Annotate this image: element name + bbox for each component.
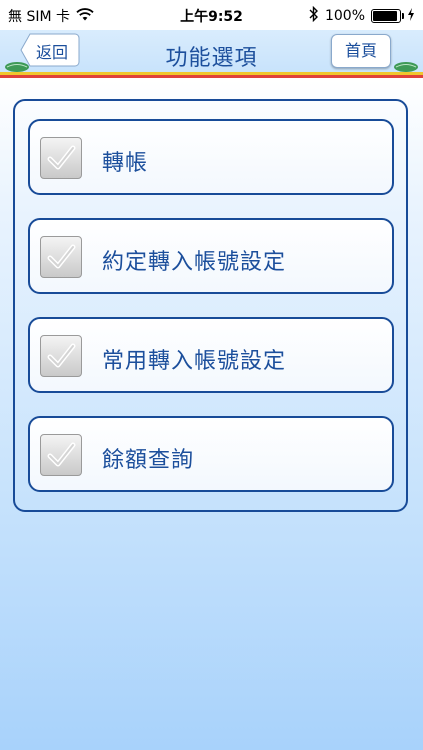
battery-percent: 100% [324, 8, 365, 24]
menu-panel: 轉帳 約定轉入帳號設定 常用轉入帳號設定 餘額查詢 [13, 99, 408, 512]
battery-icon [371, 9, 404, 23]
status-right: 100% [309, 5, 415, 26]
home-button[interactable]: 首頁 [331, 34, 391, 68]
checkbox[interactable] [40, 137, 82, 179]
menu-item-transfer[interactable]: 轉帳 [28, 119, 394, 195]
menu-item-balance-inquiry[interactable]: 餘額查詢 [28, 416, 394, 492]
menu-item-label: 轉帳 [102, 151, 149, 176]
menu-item-label: 約定轉入帳號設定 [102, 250, 287, 275]
charging-bolt-icon [407, 7, 415, 25]
checkbox[interactable] [40, 236, 82, 278]
menu-item-label: 常用轉入帳號設定 [102, 349, 287, 374]
bluetooth-icon [309, 5, 319, 26]
checkmark-icon [47, 343, 76, 368]
checkmark-icon [47, 244, 76, 269]
checkmark-icon [47, 442, 76, 467]
status-bar: 無 SIM 卡 上午9:52 100% [0, 0, 423, 30]
menu-item-label: 餘額查詢 [102, 448, 195, 473]
menu-item-frequent-account[interactable]: 常用轉入帳號設定 [28, 317, 394, 393]
menu-item-designated-account[interactable]: 約定轉入帳號設定 [28, 218, 394, 294]
checkbox[interactable] [40, 335, 82, 377]
nav-stripe-red [0, 75, 423, 78]
checkbox[interactable] [40, 434, 82, 476]
checkmark-icon [47, 145, 76, 170]
home-button-label: 首頁 [344, 41, 377, 60]
